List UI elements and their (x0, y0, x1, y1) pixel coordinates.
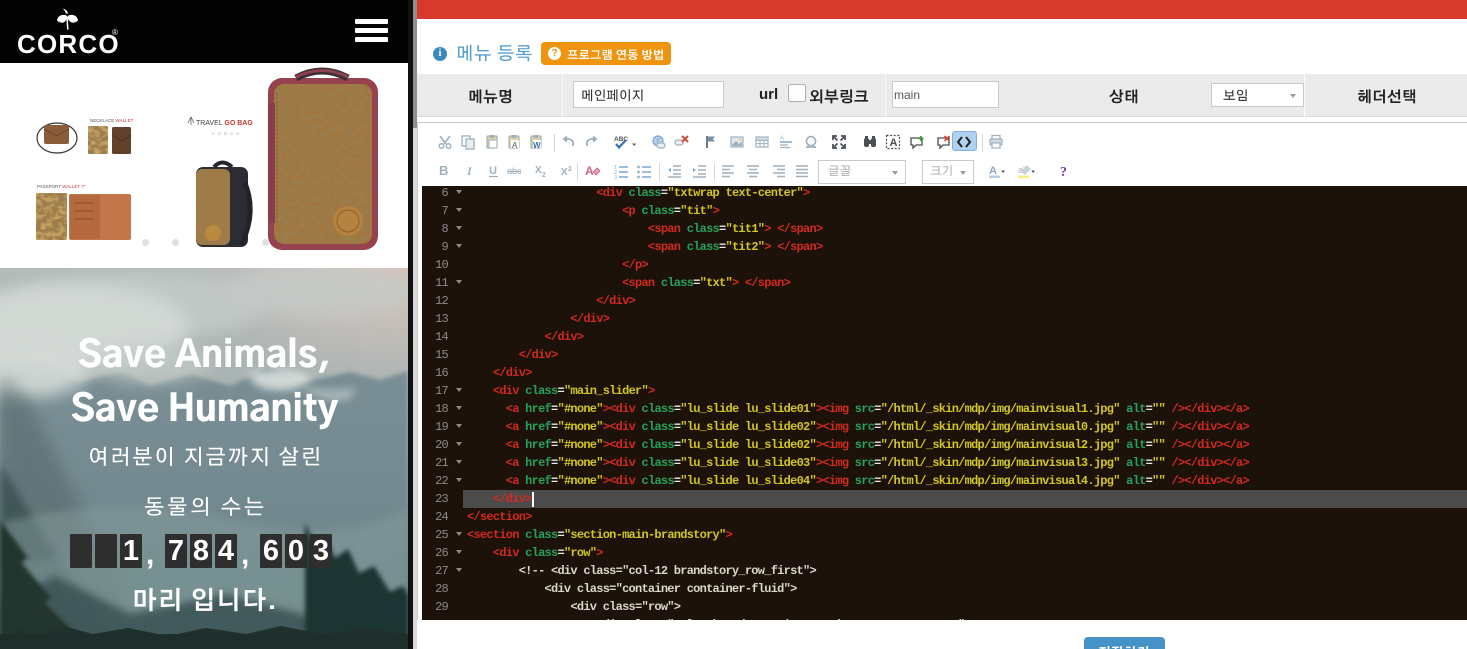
svg-text:U: U (489, 165, 497, 177)
svg-text:NECKLACE WALLET: NECKLACE WALLET (90, 118, 134, 123)
svg-text:B: B (439, 163, 448, 178)
svg-text:I: I (466, 164, 473, 178)
svg-text:A: A (585, 164, 594, 178)
svg-text:2: 2 (568, 166, 572, 173)
svg-text:W: W (533, 141, 541, 150)
svg-text:X: X (535, 165, 542, 176)
svg-text:ABC: ABC (614, 136, 628, 143)
svg-text:2: 2 (542, 172, 546, 179)
svg-text:3: 3 (614, 175, 617, 179)
svg-text:A: A (890, 137, 898, 149)
svg-text:A: A (989, 165, 997, 177)
svg-text:PASSPORT WALLET 7": PASSPORT WALLET 7" (37, 184, 86, 189)
svg-text:A: A (512, 141, 518, 150)
svg-text:?: ? (1060, 165, 1067, 179)
svg-text:TRAVEL GO BAG: TRAVEL GO BAG (196, 120, 253, 127)
svg-text:X: X (561, 167, 568, 178)
svg-text:A: A (780, 136, 784, 142)
svg-text:C O R C O: C O R C O (212, 131, 240, 136)
